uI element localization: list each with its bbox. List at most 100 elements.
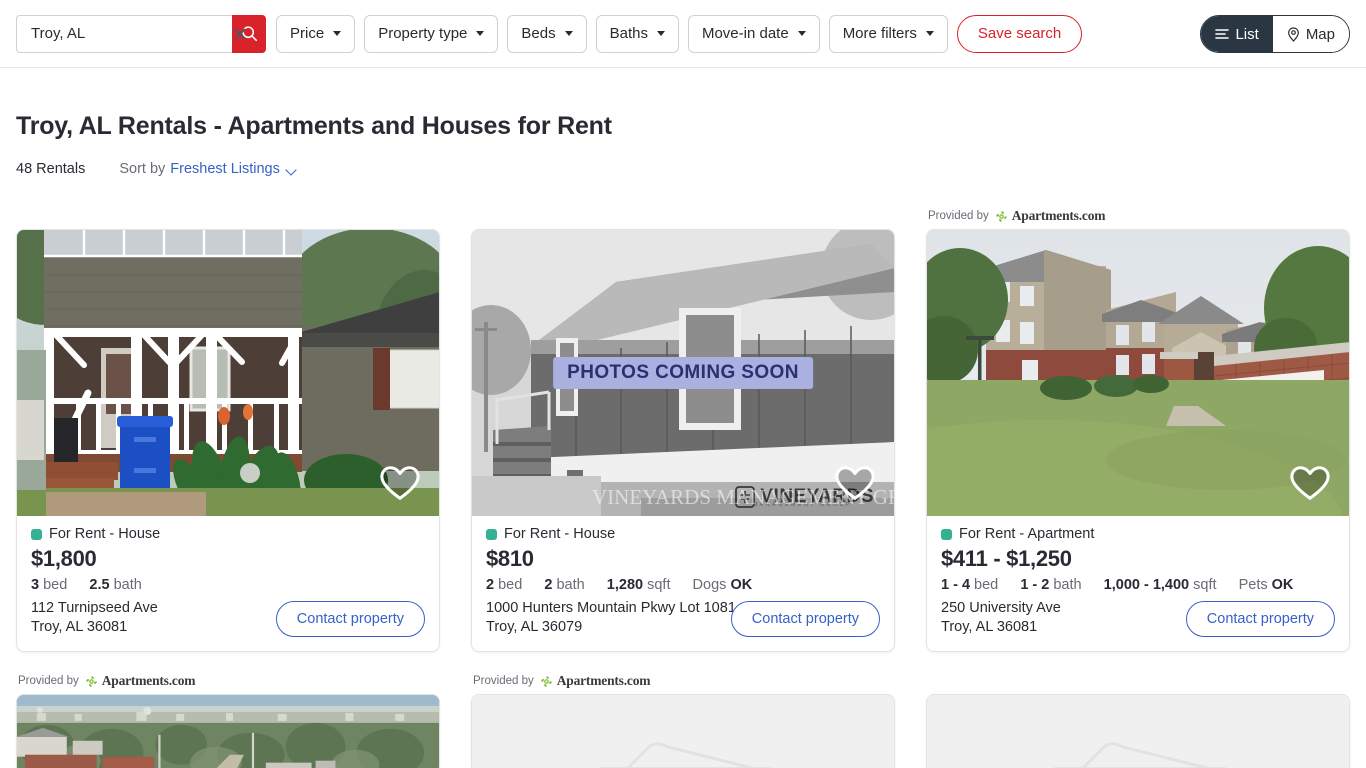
sort-by-value[interactable]: Freshest Listings: [170, 161, 280, 177]
view-toggle-list-label: List: [1235, 25, 1259, 43]
contact-property-button[interactable]: Contact property: [275, 601, 425, 637]
provided-by-prefix: Provided by: [473, 675, 534, 687]
filter-beds-label: Beds: [521, 25, 556, 42]
filter-more-filters-label: More filters: [842, 25, 917, 42]
listing-card-slot: Provided by: [16, 203, 440, 652]
listing-facts: 3 bed 2.5 bath: [31, 577, 425, 593]
listing-beds-value: 1 - 4: [941, 577, 971, 593]
filter-price-label: Price: [290, 25, 325, 42]
apartments-com-logo: Apartments.com: [540, 673, 651, 689]
favorite-heart-icon[interactable]: [379, 462, 421, 504]
listing-status: For Rent - House: [31, 526, 425, 542]
listing-card[interactable]: [471, 694, 895, 768]
save-search-button[interactable]: Save search: [956, 14, 1083, 53]
listing-sqft-unit: sqft: [647, 577, 671, 593]
listing-status-label: For Rent - House: [504, 526, 616, 542]
search-header: Price Property type Beds Baths Move-in d…: [0, 0, 1366, 68]
filter-move-in-date-button[interactable]: Move-in date: [687, 14, 820, 53]
contact-property-button[interactable]: Contact property: [730, 601, 880, 637]
filter-move-in-date-label: Move-in date: [701, 25, 789, 42]
listing-price: $1,800: [31, 546, 97, 571]
listing-photo[interactable]: [17, 230, 439, 516]
listing-photo[interactable]: PHOTOS COMING SOON VINEYARDS MANAGEMENT …: [472, 230, 894, 516]
listing-beds-unit: bed: [974, 577, 999, 593]
filter-more-filters-button[interactable]: More filters: [828, 14, 948, 53]
chevron-down-icon: [797, 31, 806, 36]
apartments-pinwheel-icon: [85, 675, 97, 687]
provided-by-badge: Provided by Apartments.com: [926, 203, 1350, 229]
chevron-down-icon: [564, 31, 573, 36]
listing-card[interactable]: UNIVERSITY CORNERS: [926, 229, 1350, 652]
filter-property-type-label: Property type: [378, 25, 468, 42]
listing-price: $810: [486, 546, 534, 571]
listing-card[interactable]: For Rent - House $1,800 3 bed 2.5 bath 1…: [16, 229, 440, 652]
chevron-down-icon: [925, 31, 934, 36]
image-placeholder: [472, 695, 894, 768]
listing-details: For Rent - House $810 2 bed 2 bath 1,280…: [472, 516, 894, 651]
view-toggle-map-label: Map: [1305, 25, 1335, 43]
listing-status-label: For Rent - House: [49, 526, 161, 542]
provided-by-badge: Provided by Apartments.com: [16, 668, 440, 694]
filter-baths-button[interactable]: Baths: [595, 14, 679, 53]
results-page: Troy, AL Rentals - Apartments and Houses…: [0, 112, 1366, 768]
favorite-heart-icon[interactable]: [1289, 462, 1331, 504]
listing-facts: 1 - 4 bed 1 - 2 bath 1,000 - 1,400 sqft …: [941, 577, 1335, 593]
listing-details: For Rent - Apartment $411 - $1,250 1 - 4…: [927, 516, 1349, 651]
house-porch-photo: [17, 230, 439, 516]
filter-property-type-button[interactable]: Property type: [364, 14, 499, 53]
listing-price: $411 - $1,250: [941, 546, 1072, 571]
apartments-com-logo: Apartments.com: [85, 673, 196, 689]
listing-card[interactable]: [16, 694, 440, 768]
filter-price-button[interactable]: Price: [276, 14, 356, 53]
rental-count: 48 Rentals: [16, 161, 86, 177]
chevron-down-icon[interactable]: [287, 166, 298, 173]
apartments-com-wordmark: Apartments.com: [101, 673, 196, 688]
listing-baths-unit: bath: [1053, 577, 1082, 593]
sort-by-label: Sort by: [119, 161, 166, 177]
aerial-town-photo: [17, 695, 439, 768]
listing-photo[interactable]: [472, 695, 894, 768]
listing-beds-unit: bed: [498, 577, 523, 593]
listing-pets-label: Pets: [1238, 577, 1268, 593]
image-placeholder: [927, 695, 1349, 768]
listing-photo[interactable]: [17, 695, 439, 768]
listing-card-slot: Provided by Apartments.com: [471, 668, 895, 768]
provided-by-badge: Provided by Apartments.com: [471, 668, 895, 694]
filter-beds-button[interactable]: Beds: [507, 14, 587, 53]
listing-beds-value: 2: [486, 577, 495, 593]
apartments-com-wordmark: Apartments.com: [556, 673, 651, 688]
apartment-sign-photo: UNIVERSITY CORNERS: [927, 230, 1349, 516]
listing-card-slot: Provided by Apartments.com: [16, 668, 440, 768]
listing-baths-value: 1 - 2: [1020, 577, 1050, 593]
listing-card-slot: Provided by Apartments.com: [926, 203, 1350, 652]
view-toggle-map[interactable]: Map: [1272, 16, 1349, 52]
status-dot-icon: [486, 528, 497, 540]
page-title: Troy, AL Rentals - Apartments and Houses…: [16, 112, 612, 140]
filter-baths-label: Baths: [609, 25, 648, 42]
listing-grid: Provided by: [16, 203, 1350, 768]
listing-photo[interactable]: UNIVERSITY CORNERS: [927, 230, 1349, 516]
listing-card-slot: Provided by: [926, 668, 1350, 768]
listing-sqft-unit: sqft: [1193, 577, 1217, 593]
favorite-heart-icon[interactable]: [834, 462, 876, 504]
view-toggle-list[interactable]: List: [1201, 16, 1273, 52]
listing-beds-value: 3: [31, 577, 40, 593]
status-dot-icon: [941, 528, 952, 540]
map-pin-icon: [1287, 26, 1299, 42]
listing-pets-value: OK: [1271, 577, 1294, 593]
listing-status-label: For Rent - Apartment: [959, 526, 1095, 542]
contact-property-button[interactable]: Contact property: [1185, 601, 1335, 637]
listing-status: For Rent - House: [486, 526, 880, 542]
search-bar: [16, 14, 266, 53]
listing-pets-label: Dogs: [692, 577, 727, 593]
listing-photo[interactable]: [927, 695, 1349, 768]
search-input-container[interactable]: [16, 14, 232, 53]
listing-pets-value: OK: [730, 577, 753, 593]
clear-search-icon[interactable]: [230, 24, 250, 44]
status-dot-icon: [31, 528, 42, 540]
listing-card[interactable]: PHOTOS COMING SOON VINEYARDS MANAGEMENT …: [471, 229, 895, 652]
listing-beds-unit: bed: [43, 577, 68, 593]
listing-card[interactable]: [926, 694, 1350, 768]
chevron-down-icon: [476, 31, 485, 36]
search-input[interactable]: [31, 25, 230, 42]
